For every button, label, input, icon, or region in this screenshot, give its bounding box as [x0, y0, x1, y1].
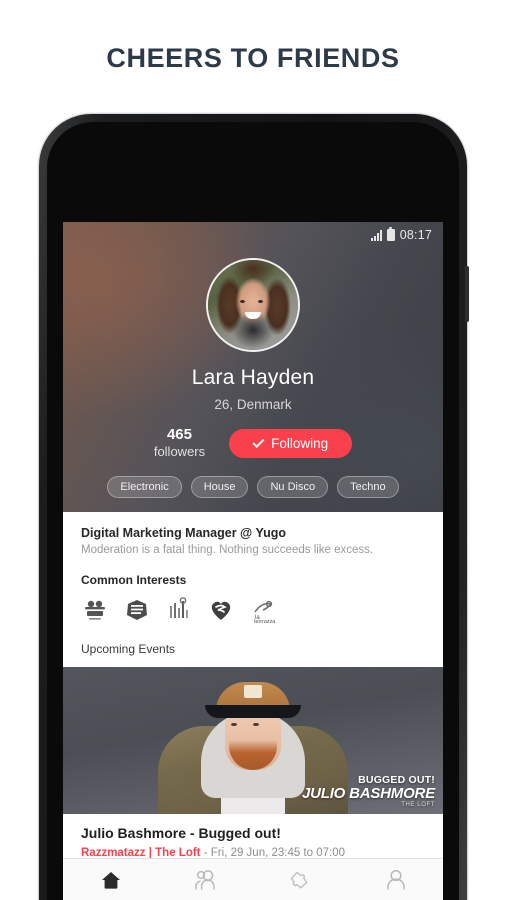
pacha-logo-icon[interactable]: [81, 596, 109, 624]
bars-venue-logo-icon[interactable]: [165, 596, 193, 624]
la-terrrazza-logo-icon[interactable]: la terrrazza: [249, 596, 277, 624]
following-button[interactable]: Following: [229, 429, 353, 459]
genre-tags: Electronic House Nu Disco Techno: [63, 476, 443, 498]
following-button-label: Following: [271, 436, 329, 452]
event-overlay-line3: THE LOFT: [401, 801, 435, 808]
genre-tag-electronic[interactable]: Electronic: [107, 476, 182, 498]
tab-home[interactable]: [63, 859, 158, 900]
event-title[interactable]: Julio Bashmore - Bugged out!: [81, 825, 425, 841]
profile-stats-row: 465 followers Following: [63, 426, 443, 462]
genre-tag-techno[interactable]: Techno: [337, 476, 399, 498]
page-title: CHEERS TO FRIENDS: [106, 43, 400, 73]
genre-tag-nu-disco[interactable]: Nu Disco: [257, 476, 329, 498]
bio-text: Moderation is a fatal thing. Nothing suc…: [81, 544, 374, 556]
person-icon: [386, 869, 405, 889]
razzmatazz-club-logo-icon[interactable]: [123, 596, 151, 624]
tab-friends[interactable]: [158, 859, 253, 900]
followers-label: followers: [153, 444, 206, 460]
event-person-cap-brim: [205, 705, 301, 718]
phone-power-button: [465, 266, 469, 322]
bio-title: Digital Marketing Manager @ Yugo: [81, 526, 287, 540]
svg-text:terrrazza: terrrazza: [254, 619, 275, 624]
common-interests-title: Common Interests: [81, 573, 187, 587]
phone-screen: 08:17 Lara Hayden 26, Denmark 465 follow…: [63, 222, 443, 900]
people-icon: [194, 869, 215, 889]
status-bar: 08:17: [360, 222, 443, 248]
genre-tag-house[interactable]: House: [190, 476, 249, 498]
profile-header: 08:17 Lara Hayden 26, Denmark 465 follow…: [63, 222, 443, 512]
common-interests-logos: la terrrazza: [81, 596, 425, 624]
followers-count: 465: [166, 426, 192, 443]
event-overlay-line2: JULIO BASHMORE: [301, 785, 435, 803]
followers-stat[interactable]: 465 followers: [154, 426, 205, 462]
avatar-eye-right: [258, 299, 264, 303]
tab-tickets[interactable]: [253, 859, 348, 900]
profile-meta: 26, Denmark: [214, 397, 292, 412]
avatar[interactable]: [206, 258, 300, 352]
avatar-image: [208, 260, 298, 350]
event-person-cap-patch: [244, 685, 262, 698]
tab-profile[interactable]: [348, 859, 443, 900]
status-bar-clock: 08:17: [399, 228, 432, 242]
check-icon: [252, 436, 265, 449]
ticket-icon: [290, 871, 308, 889]
event-person-eye-left: [231, 722, 237, 726]
heart-swirl-logo-icon[interactable]: [207, 596, 235, 624]
event-poster-overlay: BUGGED OUT! JULIO BASHMORE THE LOFT: [302, 775, 435, 808]
battery-icon: [386, 227, 395, 241]
page-root: CHEERS TO FRIENDS 08:17 Lara Hayden 26, …: [0, 0, 506, 900]
profile-info-card: Digital Marketing Manager @ Yugo Moderat…: [63, 512, 443, 667]
event-person-eye-right: [253, 722, 259, 726]
profile-name: Lara Hayden: [191, 366, 315, 389]
home-icon: [101, 871, 120, 889]
avatar-eye-left: [240, 299, 246, 303]
upcoming-events-title: Upcoming Events: [81, 642, 176, 656]
bottom-tab-bar: [63, 858, 443, 900]
event-poster-image[interactable]: BUGGED OUT! JULIO BASHMORE THE LOFT: [63, 667, 443, 814]
avatar-smile: [245, 312, 261, 320]
signal-bars-icon: [370, 229, 382, 241]
